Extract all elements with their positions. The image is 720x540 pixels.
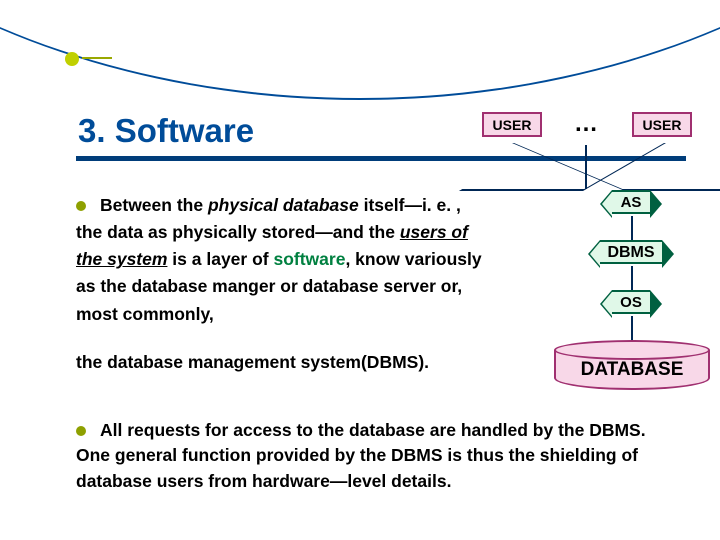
connector-line bbox=[631, 216, 633, 240]
connector-line bbox=[631, 316, 633, 342]
p1-software: software bbox=[273, 249, 345, 269]
connector-line bbox=[631, 266, 633, 290]
slide-title: 3. Software bbox=[78, 112, 254, 150]
paragraph-1: Between the physical database itself—i. … bbox=[76, 192, 486, 328]
dbms-label: DBMS bbox=[607, 244, 654, 261]
p1-mid2: is a layer of bbox=[167, 249, 273, 269]
user-box-left: USER bbox=[482, 112, 542, 137]
bullet-icon bbox=[76, 426, 86, 436]
bullet-icon bbox=[76, 201, 86, 211]
os-hexagon: OS bbox=[612, 290, 650, 314]
decorative-arc bbox=[0, 0, 720, 100]
slide: 3. Software Between the physical databas… bbox=[0, 0, 720, 540]
paragraph-2: the database management system(DBMS). bbox=[76, 352, 496, 373]
arc-dash-icon bbox=[82, 57, 112, 59]
os-label: OS bbox=[620, 294, 642, 311]
user-box-right: USER bbox=[632, 112, 692, 137]
p3-text: All requests for access to the database … bbox=[76, 420, 646, 491]
dbms-hexagon: DBMS bbox=[600, 240, 662, 264]
architecture-diagram: USER … USER AS DBMS OS DATABASE bbox=[482, 112, 708, 410]
as-label: AS bbox=[621, 194, 642, 211]
database-cylinder: DATABASE bbox=[554, 340, 710, 396]
connector-line bbox=[585, 145, 587, 189]
p1-physical-database: physical database bbox=[208, 195, 359, 215]
p1-pre: Between the bbox=[100, 195, 208, 215]
paragraph-3: All requests for access to the database … bbox=[76, 418, 676, 494]
cylinder-top-icon bbox=[554, 340, 710, 360]
arc-dot-icon bbox=[65, 52, 79, 66]
as-hexagon: AS bbox=[612, 190, 650, 214]
ellipsis-icon: … bbox=[574, 110, 598, 138]
